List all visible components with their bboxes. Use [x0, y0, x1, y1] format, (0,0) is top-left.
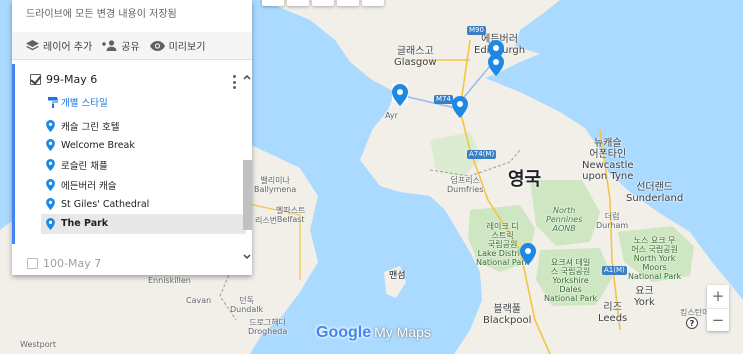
zoom-out-button[interactable]: −: [707, 308, 729, 331]
list-item[interactable]: 로슬린 채플: [46, 155, 246, 175]
paint-roller-icon: [48, 96, 58, 108]
map-label-north-york-moors: 노스 요크 무 어스 국립공원 North York Moors National…: [628, 236, 682, 281]
chevron-down-icon[interactable]: [243, 254, 251, 260]
panel-actions-bar: 레이어 추가 공유 미리보기: [12, 32, 252, 60]
place-label: 에든버러 캐슬: [61, 180, 117, 192]
list-item[interactable]: St Giles' Cathedral: [46, 194, 246, 214]
add-layer-label: 레이어 추가: [43, 42, 93, 53]
preview-button[interactable]: 미리보기: [149, 38, 206, 53]
individual-style-label: 개별 스타일: [61, 98, 108, 109]
map-label-drogheda: 드로그헤다 Drogheda: [248, 318, 288, 336]
map-pin-icon[interactable]: [520, 243, 536, 265]
zoom-control: + −: [707, 285, 729, 331]
line-tool-button[interactable]: [337, 0, 359, 6]
map-label-york: 요크 York: [634, 286, 655, 308]
place-list: 캐슬 그린 호텔 Welcome Break 로슬린 채플 에든버러 캐슬 St…: [41, 116, 246, 234]
list-item-selected[interactable]: The Park: [41, 213, 246, 234]
map-label-leeds: 리즈 Leeds: [598, 302, 628, 324]
map-label-enniskillen: Enniskillen: [148, 276, 191, 285]
layer-card: 99-May 6 개별 스타일 캐슬 그린 호텔 Welcome Break 로…: [12, 64, 246, 244]
eye-icon: [149, 40, 165, 51]
preview-label: 미리보기: [168, 42, 206, 53]
brand-product: My Maps: [374, 324, 431, 340]
road-badge: M74: [434, 95, 453, 104]
map-toolbar: [262, 0, 384, 6]
layers-icon: [26, 39, 39, 50]
place-label: 캐슬 그린 호텔: [61, 121, 120, 133]
map-pin-icon: [46, 178, 55, 191]
help-button[interactable]: ?: [686, 317, 698, 329]
map-label-durham: 더럼 Durham: [596, 212, 629, 230]
layer-header: 100-May 7: [27, 257, 101, 270]
list-item[interactable]: 에든버러 캐슬: [46, 175, 246, 195]
map-pin-icon[interactable]: [392, 84, 408, 106]
map-pin-icon: [46, 158, 55, 171]
layer-title[interactable]: 99-May 6: [46, 73, 97, 86]
place-label: The Park: [61, 218, 109, 230]
map-label-yorkshire-dales: 요크셔 데일 스 국립공원 Yorkshire Dales National Pa…: [544, 258, 598, 303]
map-pin-icon: [46, 198, 55, 211]
map-label-ayr: Ayr: [385, 111, 398, 120]
map-label-kingston: 킹스턴어: [680, 308, 710, 317]
map-label-cavan: Cavan: [186, 296, 212, 305]
map-label-ballymena: 밸리미나 Ballymena: [254, 176, 297, 194]
map-label-dumfries: 덤프리스 Dumfries: [447, 176, 484, 194]
chevron-up-icon[interactable]: [243, 74, 251, 80]
brand-google: Google: [316, 324, 372, 341]
individual-style-link[interactable]: 개별 스타일: [48, 95, 108, 109]
place-label: Welcome Break: [61, 139, 135, 151]
list-item[interactable]: 캐슬 그린 호텔: [46, 116, 246, 136]
road-badge: M90: [467, 26, 486, 35]
layer-visibility-checkbox[interactable]: [30, 74, 41, 85]
kebab-menu-icon[interactable]: [233, 75, 237, 89]
map-label-belfast: 벨파스트 Belfast: [276, 206, 306, 224]
scrollbar-thumb[interactable]: [243, 160, 252, 230]
side-panel: 드라이브에 모든 변경 내용이 저장됨 레이어 추가 공유 미리보기 99-Ma…: [12, 0, 252, 275]
layer-visibility-checkbox[interactable]: [27, 258, 38, 269]
map-pin-icon[interactable]: [488, 54, 504, 76]
map-label-isle-of-man: 맨섬: [389, 271, 406, 281]
layer-title[interactable]: 100-May 7: [43, 257, 101, 270]
select-tool-button[interactable]: [287, 0, 309, 6]
place-label: 로슬린 채플: [61, 160, 108, 172]
map-label-blackpool: 블랙풀 Blackpool: [483, 304, 532, 326]
marker-tool-button[interactable]: [312, 0, 334, 6]
undo-button[interactable]: [262, 0, 284, 6]
map-label-sunderland: 선더랜드 Sunderland: [626, 182, 684, 204]
map-label-newcastle: 뉴캐슬 어폰타인 Newcastle upon Tyne: [582, 138, 634, 182]
road-badge: A1(M): [602, 266, 627, 275]
map-pin-icon: [46, 139, 55, 152]
map-pin-icon: [46, 119, 55, 132]
google-my-maps-logo: Google My Maps: [316, 324, 431, 342]
add-layer-button[interactable]: 레이어 추가: [26, 38, 92, 53]
layer-header: 99-May 6: [30, 73, 97, 86]
place-label: St Giles' Cathedral: [61, 198, 150, 210]
zoom-in-button[interactable]: +: [707, 285, 729, 308]
road-badge: A74(M): [467, 150, 497, 159]
map-label-north-pennines: North Pennines AONB: [546, 206, 583, 233]
map-pin-icon[interactable]: [452, 96, 468, 118]
save-status: 드라이브에 모든 변경 내용이 저장됨: [26, 9, 177, 20]
share-label: 공유: [121, 42, 140, 53]
list-item[interactable]: Welcome Break: [46, 136, 246, 156]
share-button[interactable]: 공유: [102, 38, 140, 53]
map-label-lisburn: 리스번: [255, 216, 278, 225]
add-person-icon: [102, 40, 117, 51]
map-label-westport: Westport: [20, 340, 57, 349]
map-pin-icon: [46, 217, 55, 230]
map-label-glasgow: 글래스고 Glasgow: [394, 46, 437, 68]
map-label-dundalk: 던독 Dundalk: [230, 296, 264, 314]
map-label-country: 영국: [508, 169, 542, 190]
measure-tool-button[interactable]: [362, 0, 384, 6]
